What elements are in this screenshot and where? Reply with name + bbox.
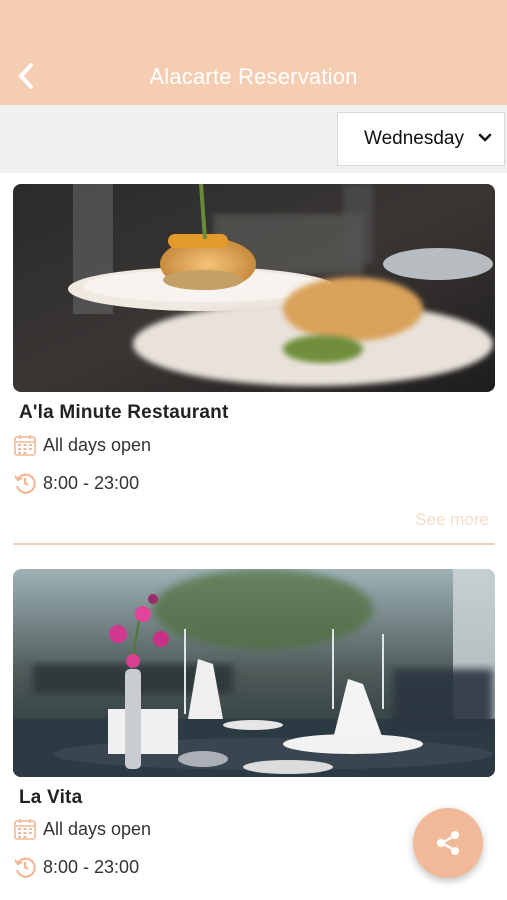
page-title: Alacarte Reservation	[149, 64, 358, 89]
share-icon	[437, 831, 459, 855]
selected-day: Wednesday	[364, 128, 464, 149]
hours-text: 8:00 - 23:00	[43, 472, 140, 493]
calendar-icon	[13, 433, 37, 457]
hours-info: 8:00 - 23:00	[13, 855, 139, 879]
restaurant-photo[interactable]	[13, 184, 495, 392]
hours-text: 8:00 - 23:00	[43, 856, 140, 877]
restaurant-photo[interactable]	[13, 569, 495, 777]
restaurant-name[interactable]: A'la Minute Restaurant	[19, 402, 229, 424]
days-text: All days open	[43, 818, 152, 839]
days-info: All days open	[13, 433, 151, 457]
day-select[interactable]: Wednesday	[337, 112, 505, 166]
days-info: All days open	[13, 817, 151, 841]
calendar-icon	[13, 817, 37, 841]
share-button[interactable]	[413, 808, 483, 878]
clock-history-icon	[13, 855, 37, 879]
app-header: Alacarte Reservation	[0, 0, 507, 105]
card-divider	[13, 543, 495, 545]
hours-info: 8:00 - 23:00	[13, 471, 139, 495]
chevron-down-icon	[478, 133, 492, 142]
see-more-link[interactable]: See more	[415, 510, 489, 530]
restaurant-name[interactable]: La Vita	[19, 787, 82, 809]
days-text: All days open	[43, 434, 152, 455]
clock-history-icon	[13, 471, 37, 495]
